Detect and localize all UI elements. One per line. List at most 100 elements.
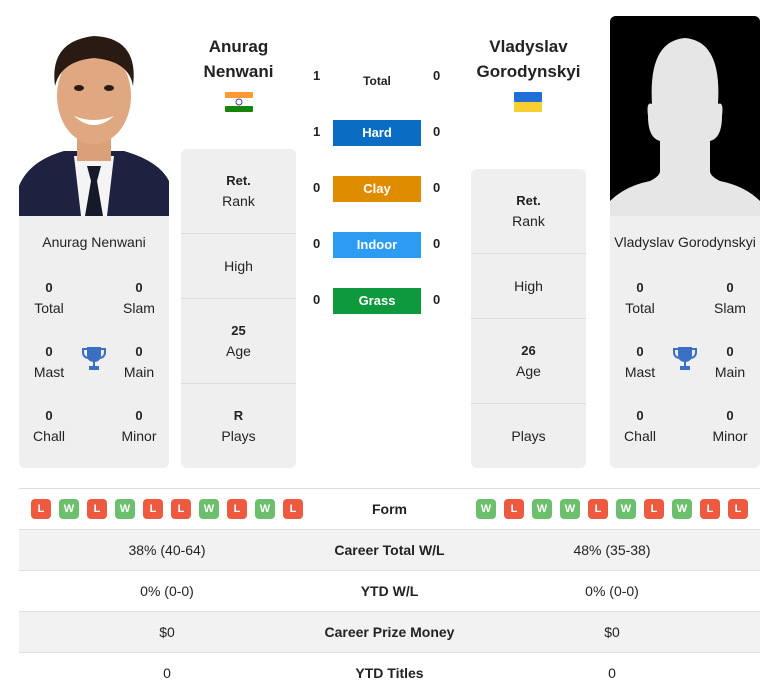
form-win-badge[interactable]: W bbox=[115, 499, 135, 519]
india-flag-icon bbox=[225, 92, 253, 112]
stat-high-label: High bbox=[514, 278, 543, 294]
row-label: YTD Titles bbox=[355, 665, 424, 681]
surface-indoor-badge[interactable]: Indoor bbox=[333, 232, 421, 258]
titles-total-label: Total bbox=[34, 300, 64, 316]
silhouette-placeholder-icon bbox=[610, 16, 760, 216]
form-loss-badge[interactable]: L bbox=[283, 499, 303, 519]
stat-rank-label: Rank bbox=[512, 213, 545, 229]
surface-hard-badge[interactable]: Hard bbox=[333, 120, 421, 146]
form-loss-badge[interactable]: L bbox=[87, 499, 107, 519]
titles-main: 0 Main bbox=[109, 342, 169, 382]
row-left-value: 0% (0-0) bbox=[140, 583, 194, 599]
form-label: Form bbox=[372, 501, 407, 517]
ukraine-flag-icon bbox=[514, 92, 542, 112]
surface-clay-badge[interactable]: Clay bbox=[333, 176, 421, 202]
stat-high: High bbox=[471, 254, 586, 319]
player-right-form: WLWWLWLWLL bbox=[476, 499, 748, 519]
form-win-badge[interactable]: W bbox=[476, 499, 496, 519]
titles-total-value: 0 bbox=[636, 280, 644, 295]
player-left-photo bbox=[19, 16, 169, 216]
titles-chall-label: Chall bbox=[33, 428, 65, 444]
surface-total-label: Total bbox=[363, 74, 391, 88]
player-left-heading[interactable]: Anurag Nenwani bbox=[181, 34, 296, 84]
table-row: 0 YTD Titles 0 bbox=[19, 652, 760, 693]
row-right-value: $0 bbox=[604, 624, 620, 640]
h2h-row-grass: 0 Grass 0 bbox=[300, 288, 460, 314]
player-right-info-card: Vladyslav Gorodynskyi 0 Total 0 Slam 0 M… bbox=[610, 216, 760, 468]
form-win-badge[interactable]: W bbox=[672, 499, 692, 519]
titles-main-value: 0 bbox=[135, 344, 143, 359]
player-right-heading[interactable]: Vladyslav Gorodynskyi bbox=[471, 34, 586, 84]
form-loss-badge[interactable]: L bbox=[504, 499, 524, 519]
titles-slam: 0 Slam bbox=[700, 278, 760, 318]
row-left-value: 38% (40-64) bbox=[128, 542, 206, 558]
player-right-name-label[interactable]: Vladyslav Gorodynskyi bbox=[610, 234, 760, 250]
form-win-badge[interactable]: W bbox=[616, 499, 636, 519]
player-right-last-name: Gorodynskyi bbox=[476, 62, 581, 81]
row-right-value: 48% (35-38) bbox=[573, 542, 651, 558]
surface-grass-badge[interactable]: Grass bbox=[333, 288, 421, 314]
titles-total-label: Total bbox=[625, 300, 655, 316]
table-row: 38% (40-64) Career Total W/L 48% (35-38) bbox=[19, 529, 760, 570]
form-loss-badge[interactable]: L bbox=[644, 499, 664, 519]
titles-mast-value: 0 bbox=[636, 344, 644, 359]
form-win-badge[interactable]: W bbox=[59, 499, 79, 519]
titles-minor: 0 Minor bbox=[700, 406, 760, 446]
stat-age-label: Age bbox=[226, 343, 251, 359]
stat-plays: R Plays bbox=[181, 384, 296, 468]
form-loss-badge[interactable]: L bbox=[588, 499, 608, 519]
form-win-badge[interactable]: W bbox=[199, 499, 219, 519]
h2h-right-count: 0 bbox=[433, 180, 441, 195]
player-left-form: LWLWLLWLWL bbox=[31, 499, 303, 519]
trophy-icon bbox=[82, 346, 106, 372]
stat-rank: Ret. Rank bbox=[181, 149, 296, 234]
row-left-value: $0 bbox=[159, 624, 175, 640]
stat-age: 26 Age bbox=[471, 319, 586, 404]
h2h-row-total: 1 Total 0 bbox=[300, 64, 460, 90]
titles-slam-label: Slam bbox=[123, 300, 155, 316]
form-win-badge[interactable]: W bbox=[560, 499, 580, 519]
form-win-badge[interactable]: W bbox=[532, 499, 552, 519]
titles-mast: 0 Mast bbox=[610, 342, 670, 382]
h2h-right-count: 0 bbox=[433, 68, 441, 83]
titles-chall-value: 0 bbox=[636, 408, 644, 423]
titles-mast: 0 Mast bbox=[19, 342, 79, 382]
comparison-table: LWLWLLWLWL Form WLWWLWLWLL 38% (40-64) C… bbox=[19, 488, 760, 693]
form-loss-badge[interactable]: L bbox=[700, 499, 720, 519]
form-loss-badge[interactable]: L bbox=[31, 499, 51, 519]
h2h-row-clay: 0 Clay 0 bbox=[300, 176, 460, 202]
h2h-left-count: 1 bbox=[313, 68, 321, 83]
player-right-stats-card: Ret. Rank High 26 Age Plays bbox=[471, 169, 586, 468]
stat-plays: Plays bbox=[471, 404, 586, 468]
h2h-row-indoor: 0 Indoor 0 bbox=[300, 232, 460, 258]
player-left-name-label[interactable]: Anurag Nenwani bbox=[19, 234, 169, 250]
row-label: Career Total W/L bbox=[334, 542, 445, 558]
table-row: $0 Career Prize Money $0 bbox=[19, 611, 760, 652]
stat-rank: Ret. Rank bbox=[471, 169, 586, 254]
titles-chall: 0 Chall bbox=[610, 406, 670, 446]
titles-slam: 0 Slam bbox=[109, 278, 169, 318]
row-label: Career Prize Money bbox=[324, 624, 455, 640]
form-loss-badge[interactable]: L bbox=[143, 499, 163, 519]
form-loss-badge[interactable]: L bbox=[171, 499, 191, 519]
h2h-right-count: 0 bbox=[433, 236, 441, 251]
h2h-right-count: 0 bbox=[433, 124, 441, 139]
stat-rank-value: Ret. bbox=[226, 173, 251, 188]
stat-age: 25 Age bbox=[181, 299, 296, 384]
form-loss-badge[interactable]: L bbox=[227, 499, 247, 519]
titles-mast-label: Mast bbox=[624, 364, 656, 380]
form-row: LWLWLLWLWL Form WLWWLWLWLL bbox=[19, 488, 760, 529]
player-right-photo bbox=[610, 16, 760, 216]
trophy-icon bbox=[673, 346, 697, 372]
form-loss-badge[interactable]: L bbox=[728, 499, 748, 519]
stat-plays-label: Plays bbox=[221, 428, 256, 444]
player-left-portrait bbox=[19, 16, 169, 216]
player-left-stats-card: Ret. Rank High 25 Age R Plays bbox=[181, 149, 296, 468]
titles-total-value: 0 bbox=[45, 280, 53, 295]
titles-slam-value: 0 bbox=[135, 280, 143, 295]
titles-chall: 0 Chall bbox=[19, 406, 79, 446]
form-win-badge[interactable]: W bbox=[255, 499, 275, 519]
titles-minor-label: Minor bbox=[121, 428, 157, 444]
titles-mast-value: 0 bbox=[45, 344, 53, 359]
titles-mast-label: Mast bbox=[33, 364, 65, 380]
